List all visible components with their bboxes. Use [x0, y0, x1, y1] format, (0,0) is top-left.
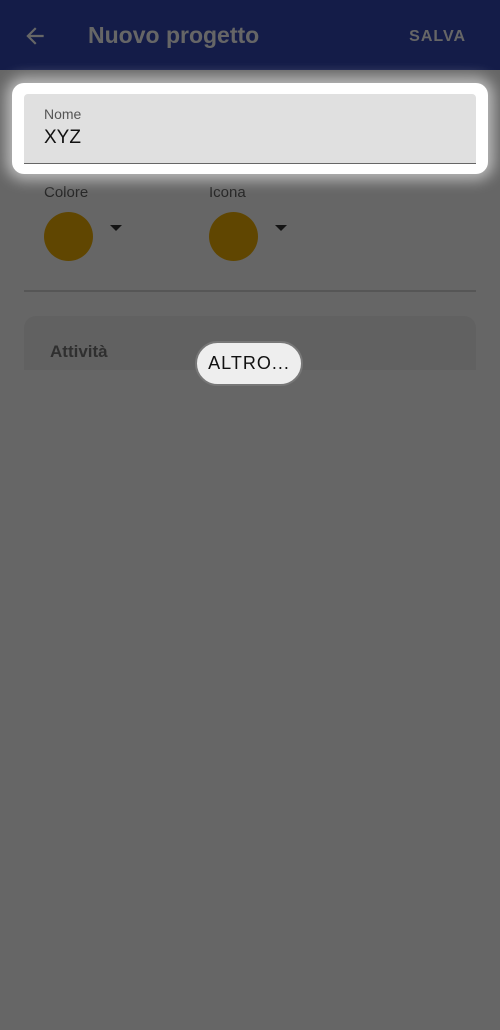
app-bar: Nuovo progetto SALVA	[0, 0, 500, 70]
name-field-label: Nome	[44, 106, 82, 122]
divider	[24, 290, 476, 292]
activities-title: Attività	[50, 342, 108, 361]
color-label: Colore	[44, 184, 89, 201]
color-dropdown-caret-icon[interactable]	[110, 225, 122, 231]
arrow-back-icon	[26, 27, 44, 45]
save-button[interactable]: SALVA	[409, 28, 466, 46]
icon-swatch[interactable]	[209, 212, 258, 261]
color-swatch[interactable]	[44, 212, 93, 261]
page-title: Nuovo progetto	[88, 22, 260, 48]
more-button[interactable]: ALTRO...	[195, 341, 303, 386]
icon-dropdown-caret-icon[interactable]	[275, 225, 287, 231]
back-button[interactable]	[22, 23, 48, 49]
icon-label: Icona	[209, 184, 246, 201]
name-field-value[interactable]: XYZ	[44, 127, 81, 149]
name-field[interactable]: Nome XYZ	[24, 94, 476, 164]
